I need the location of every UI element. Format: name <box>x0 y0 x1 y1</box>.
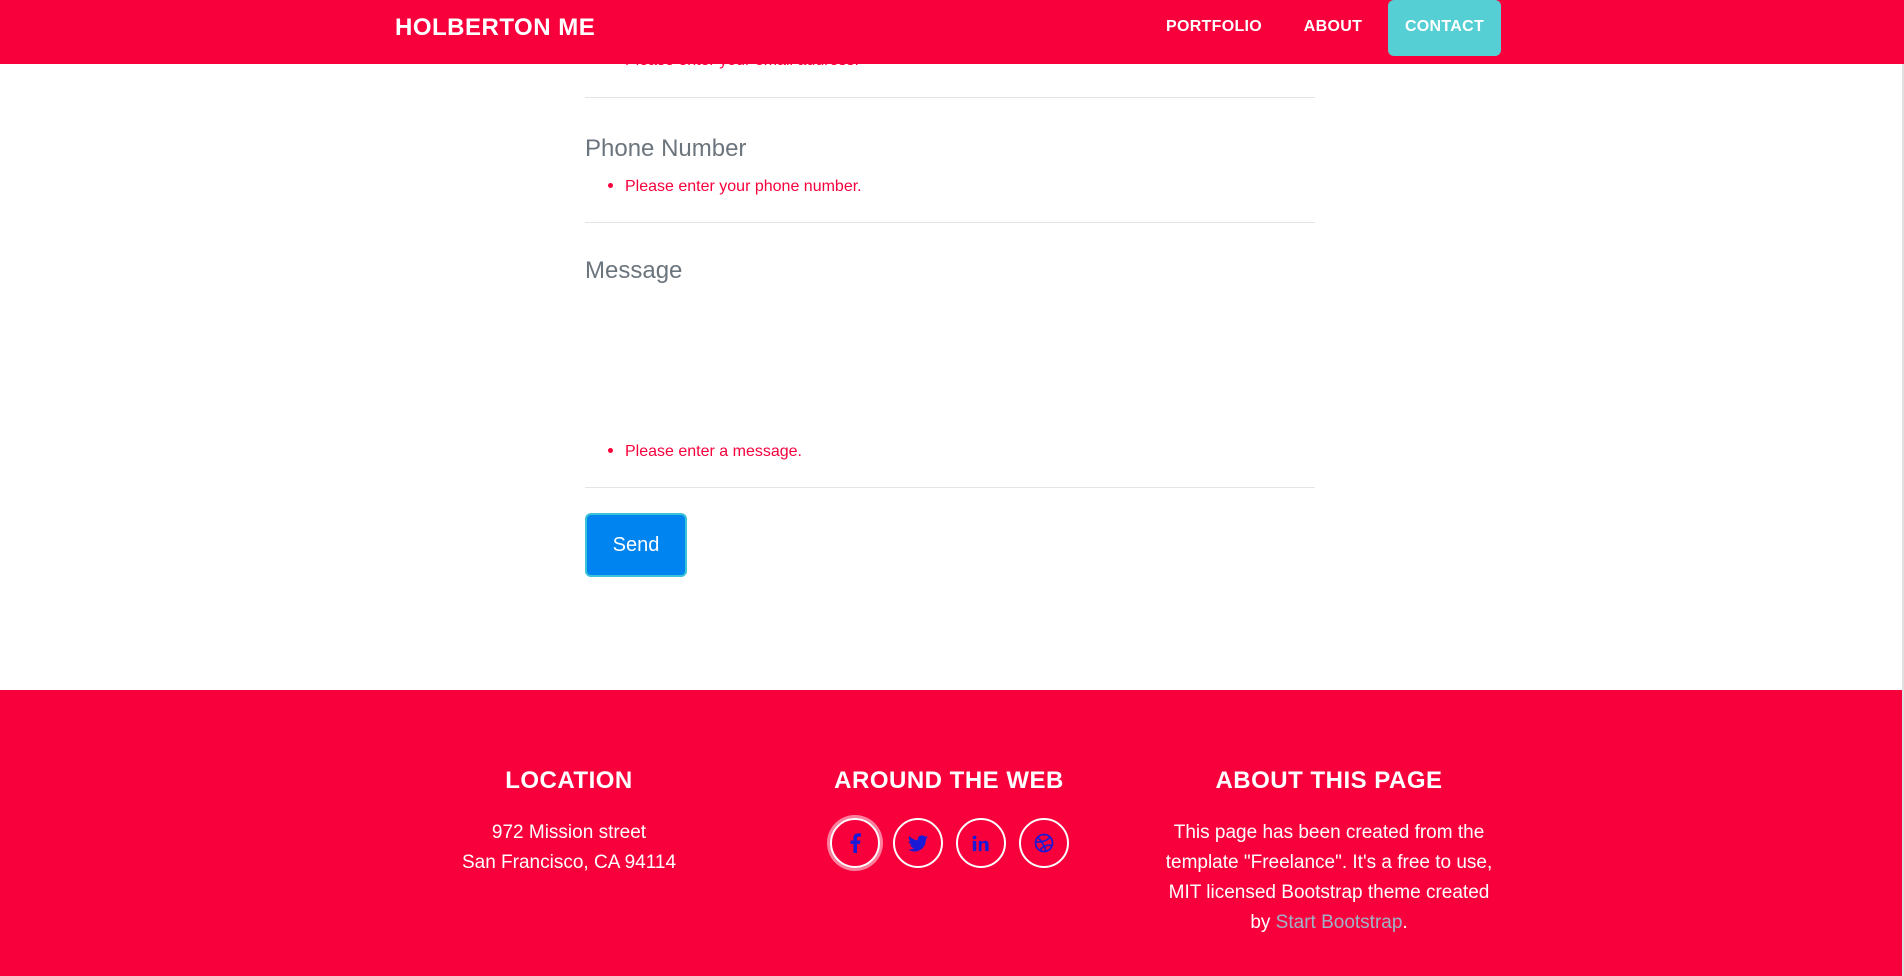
send-button[interactable]: Send <box>585 513 687 577</box>
location-title: LOCATION <box>505 767 633 794</box>
phone-field[interactable]: Phone Number <box>585 133 746 165</box>
nav-contact[interactable]: CONTACT <box>1388 0 1501 56</box>
address-line2: San Francisco, CA 94114 <box>461 852 677 873</box>
facebook-icon[interactable] <box>829 818 880 868</box>
web-title: AROUND THE WEB <box>834 767 1064 794</box>
message-field[interactable]: Message <box>585 255 682 287</box>
email-divider <box>585 97 1315 98</box>
footer-location: LOCATION 972 Mission street San Francisc… <box>379 766 759 878</box>
message-divider <box>585 487 1315 488</box>
nav-portfolio[interactable]: PORTFOLIO <box>1148 8 1280 56</box>
address-line1: 972 Mission street <box>491 822 647 843</box>
dribbble-icon[interactable] <box>1018 818 1069 868</box>
phone-divider <box>585 222 1315 223</box>
about-suffix: . <box>1402 912 1408 933</box>
start-bootstrap-link[interactable]: Start Bootstrap <box>1276 912 1403 933</box>
linkedin-icon[interactable] <box>955 818 1006 868</box>
twitter-icon[interactable] <box>892 818 943 868</box>
about-title: ABOUT THIS PAGE <box>1215 767 1443 794</box>
footer-about: ABOUT THIS PAGE This page has been creat… <box>1139 766 1519 938</box>
location-address: 972 Mission street San Francisco, CA 941… <box>379 818 759 878</box>
message-error: Please enter a message. <box>608 441 802 463</box>
brand-logo[interactable]: HOLBERTON ME <box>395 12 595 44</box>
footer: LOCATION 972 Mission street San Francisc… <box>0 690 1902 976</box>
footer-around-the-web: AROUND THE WEB <box>759 766 1139 868</box>
nav-about[interactable]: ABOUT <box>1287 8 1379 56</box>
about-text-block: This page has been created from the temp… <box>1139 818 1519 938</box>
phone-error: Please enter your phone number. <box>608 176 862 198</box>
social-links <box>759 818 1139 868</box>
navbar: HOLBERTON ME PORTFOLIO ABOUT CONTACT <box>0 0 1904 64</box>
